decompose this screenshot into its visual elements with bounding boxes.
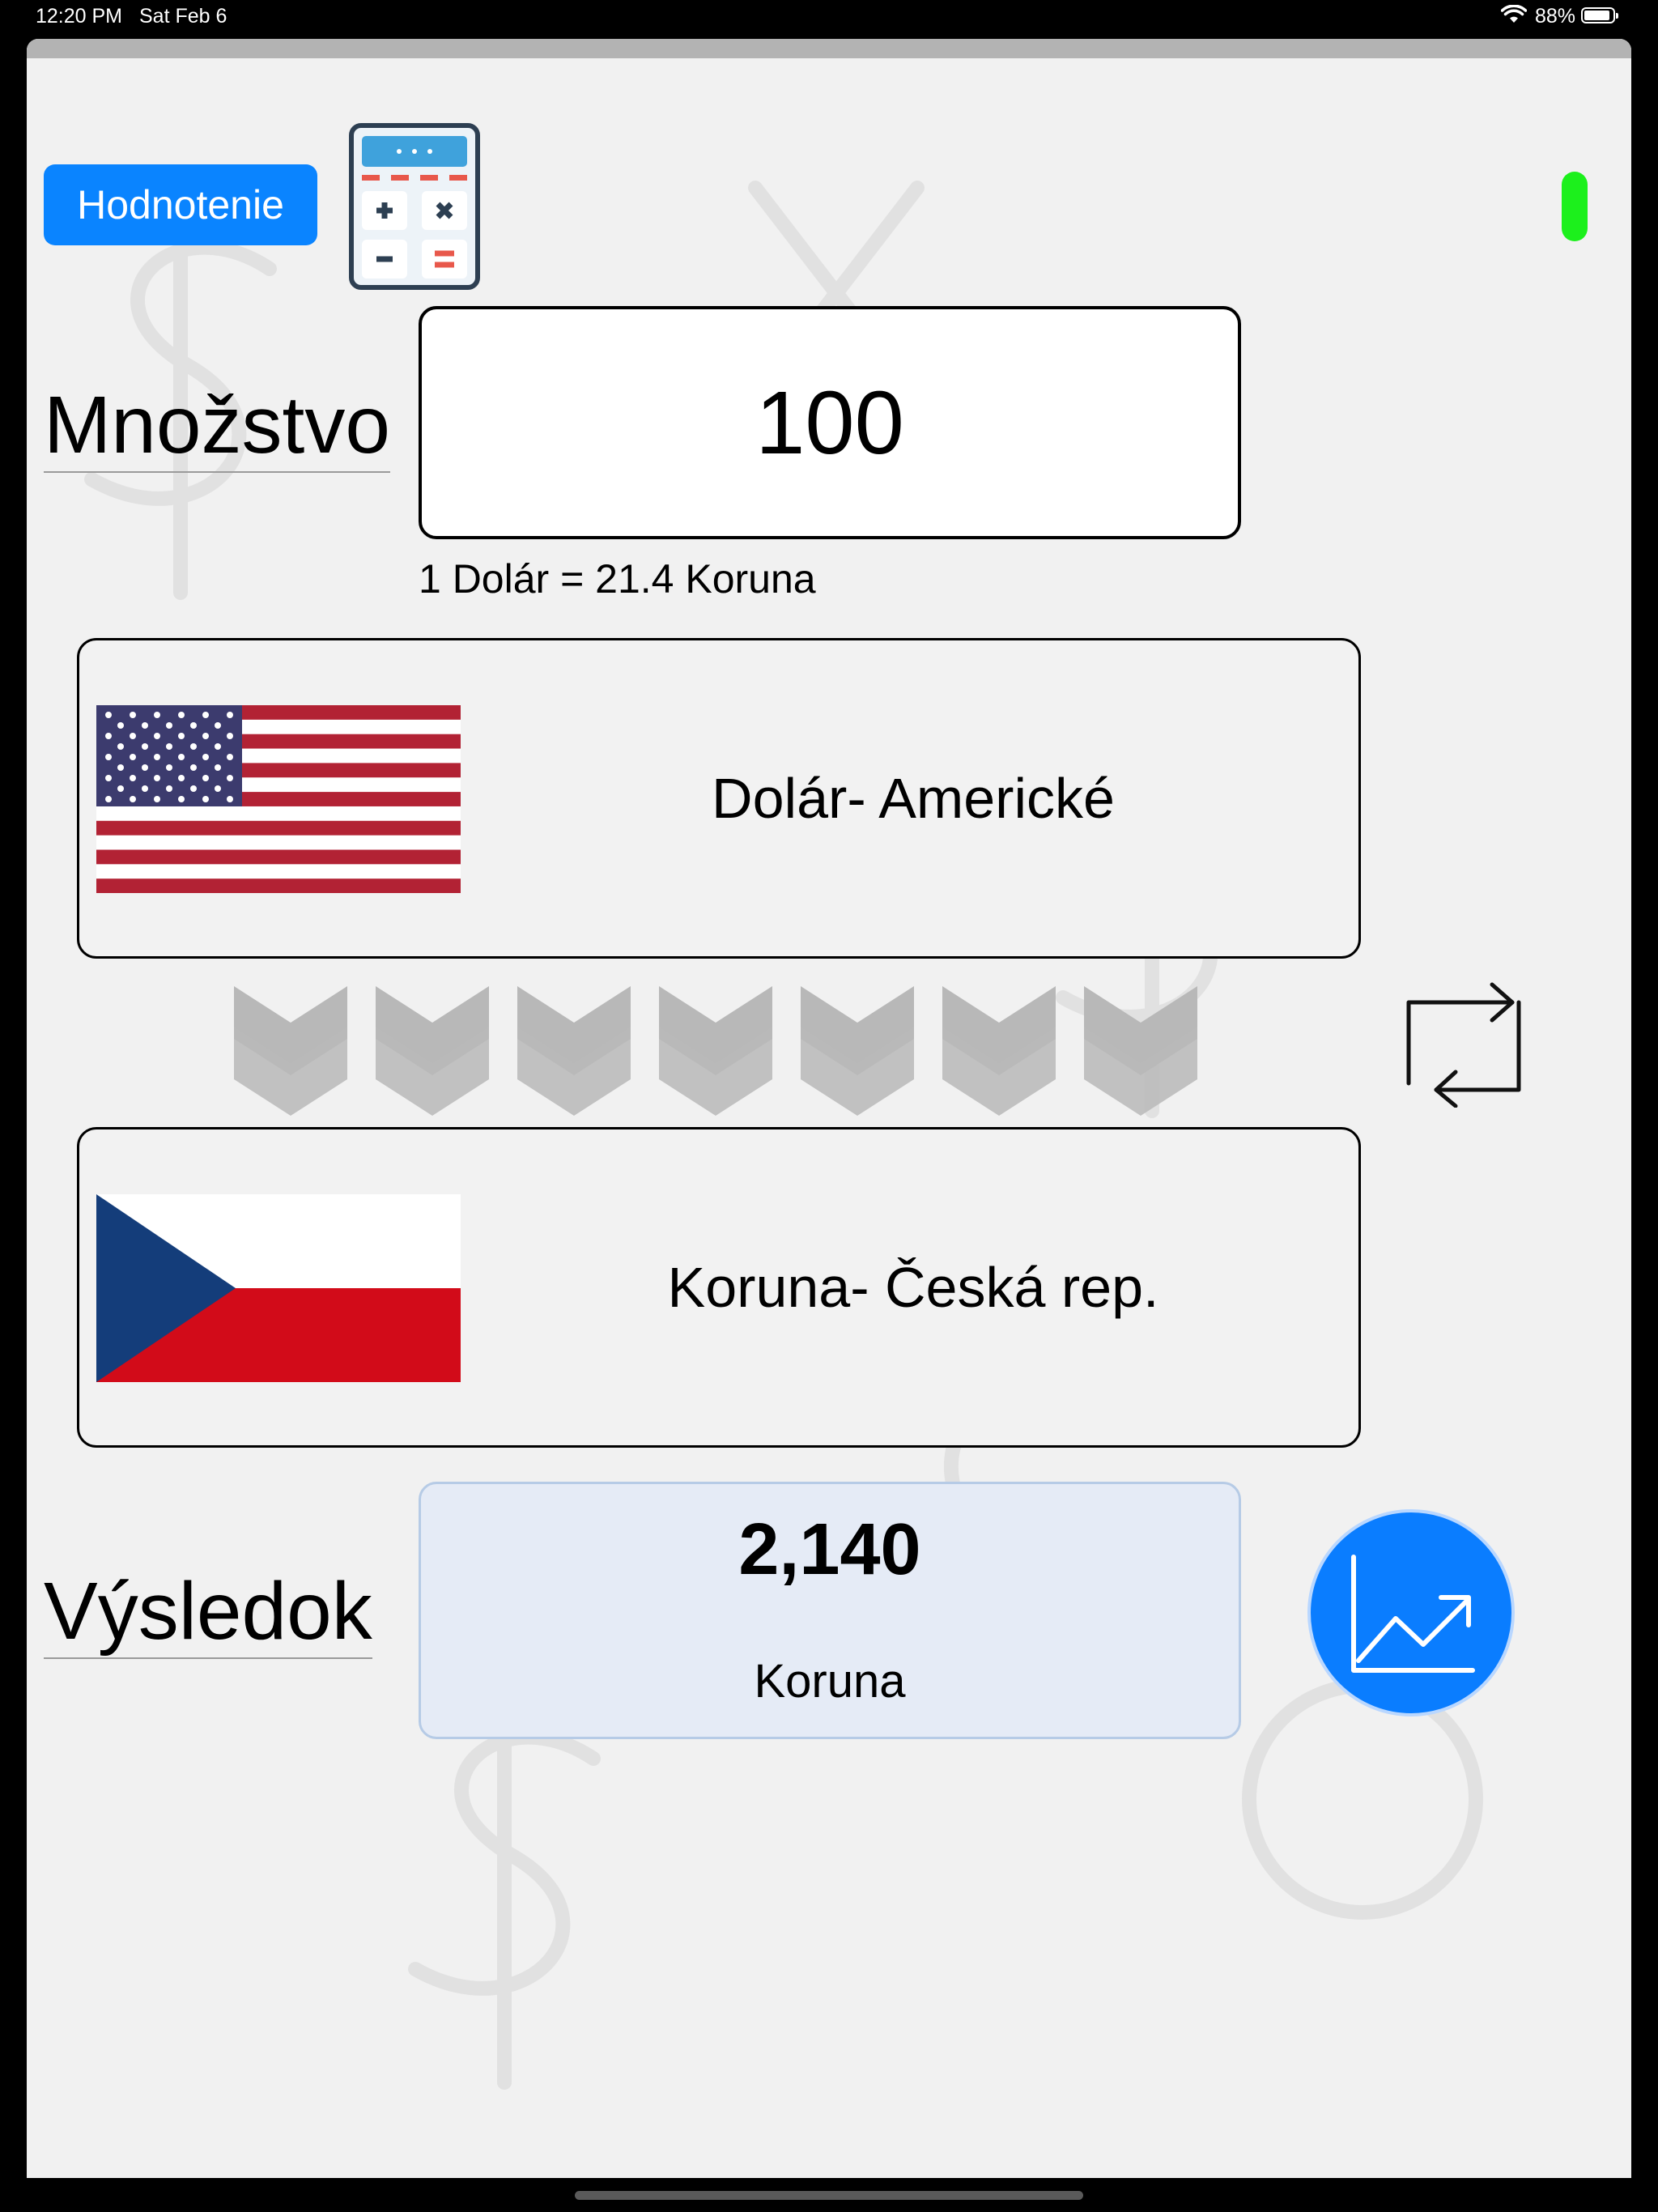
exchange-rate-text: 1 Dolár = 21.4 Koruna <box>419 556 816 602</box>
result-currency: Koruna <box>754 1655 906 1708</box>
wifi-icon <box>1501 5 1527 23</box>
rate-chart-button[interactable] <box>1307 1509 1515 1716</box>
calculator-icon[interactable] <box>349 123 480 290</box>
czech-flag-icon <box>96 1194 461 1382</box>
amount-label: Množstvo <box>44 383 390 473</box>
down-arrows-icon <box>234 986 1197 1116</box>
result-box: 2,140 Koruna <box>419 1482 1241 1739</box>
sheet-top-bar <box>27 39 1631 58</box>
usa-flag-icon <box>96 705 461 893</box>
swap-currencies-icon[interactable] <box>1399 978 1528 1108</box>
battery-icon <box>1581 7 1618 23</box>
rate-button[interactable]: Hodnotenie <box>44 164 317 245</box>
status-bar: 12:20 PM Sat Feb 6 88% <box>0 0 1658 32</box>
status-indicator <box>1562 172 1588 241</box>
to-currency-name: Koruna- Česká rep. <box>667 1256 1159 1319</box>
result-value: 2,140 <box>738 1509 921 1590</box>
home-indicator <box>575 2191 1083 2200</box>
converter-sheet: Hodnotenie Množstvo 100 1 Dolár = 21.4 K… <box>27 39 1631 2178</box>
result-label: Výsledok <box>44 1569 372 1659</box>
from-currency-selector[interactable]: Dolár- Americké <box>77 638 1361 959</box>
trend-chart-icon <box>1351 1555 1475 1673</box>
battery-percentage: 88% <box>1535 5 1576 28</box>
status-time: 12:20 PM <box>36 5 123 28</box>
to-currency-selector[interactable]: Koruna- Česká rep. <box>77 1127 1361 1448</box>
from-currency-name: Dolár- Americké <box>712 767 1115 830</box>
status-date: Sat Feb 6 <box>139 5 227 28</box>
amount-input[interactable]: 100 <box>419 306 1241 539</box>
